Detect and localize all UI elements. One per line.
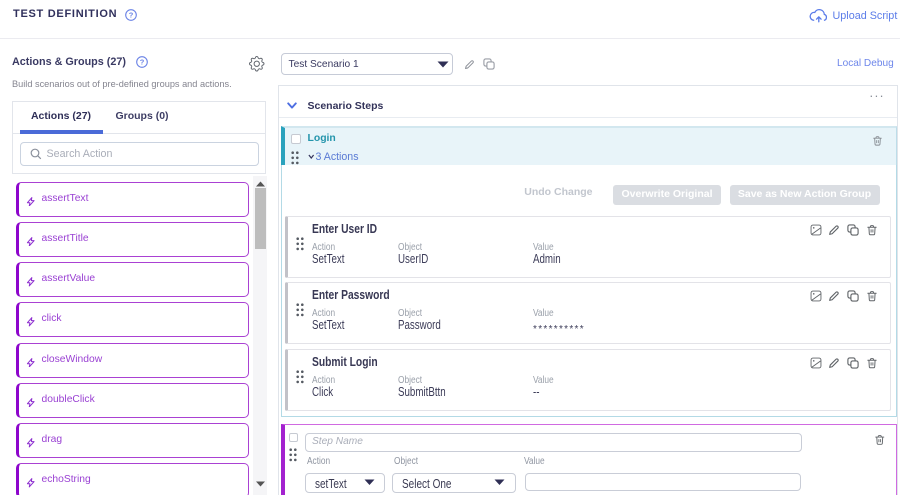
svg-text:?: ? xyxy=(140,58,145,67)
svg-text:?: ? xyxy=(129,11,134,20)
